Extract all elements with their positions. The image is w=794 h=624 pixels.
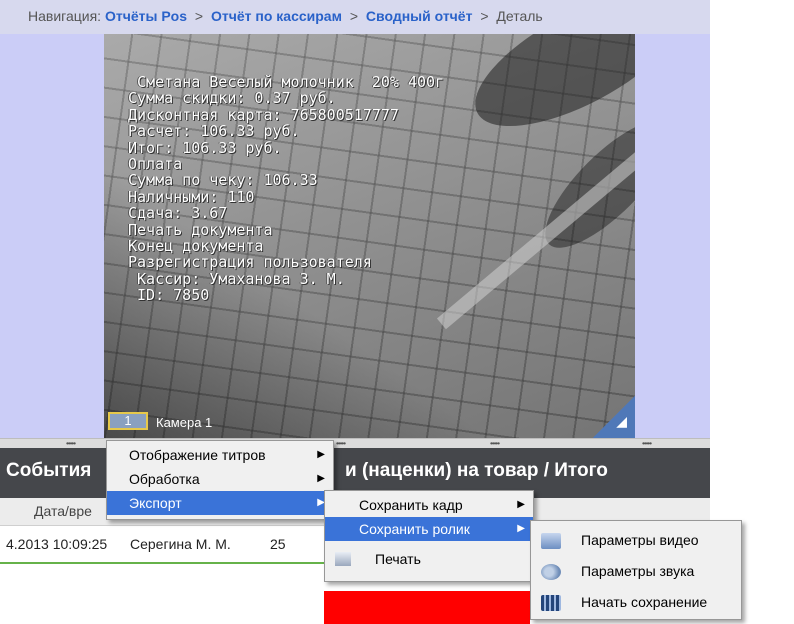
breadcrumb-current: Деталь — [496, 8, 543, 24]
menu-item-label: Параметры звука — [581, 563, 695, 579]
menu-item-label: Обработка — [129, 471, 200, 487]
menu-item-label: Начать сохранение — [581, 594, 708, 610]
breadcrumb-separator: > — [349, 8, 359, 24]
grip-dots-icon: ••••• — [336, 439, 346, 448]
receipt-overlay-text: Сметана Веселый молочник 20% 400г Сумма с… — [128, 74, 444, 304]
camera-label: Камера 1 — [156, 415, 213, 430]
menu-item-subtitles-display[interactable]: Отображение титров ▶ — [107, 443, 333, 467]
grip-dots-icon: ••••• — [490, 439, 500, 448]
export-submenu: Сохранить кадр ▶ Сохранить ролик ▶ Печат… — [324, 490, 534, 582]
receipt-overlay-line: ID: 7850 — [128, 286, 210, 305]
menu-item-label: Параметры видео — [581, 532, 699, 548]
print-icon — [335, 552, 351, 566]
video-scene-shadow — [456, 34, 635, 153]
menu-item-label: Сохранить кадр — [359, 497, 463, 513]
breadcrumb-prefix: Навигация: — [28, 8, 102, 24]
video-side-panel-right — [635, 34, 710, 438]
grip-dots-icon: ••••• — [66, 439, 76, 448]
breadcrumb-link-summary-report[interactable]: Сводный отчёт — [366, 8, 473, 24]
breadcrumb-separator: > — [194, 8, 204, 24]
camera-number-badge[interactable]: 1 — [108, 412, 148, 430]
breadcrumb-separator: > — [480, 8, 489, 24]
save-clip-submenu: Параметры видео Параметры звука Начать с… — [530, 520, 742, 620]
receipt-overlay-line: Итог: 106.33 руб. — [128, 138, 282, 157]
submenu-arrow-icon: ▶ — [517, 523, 525, 534]
menu-item-sound-settings[interactable]: Параметры звука — [531, 556, 741, 587]
events-subtitle: и (наценки) на товар / Итого — [345, 460, 608, 481]
receipt-overlay-line: Разрегистрация пользователя — [128, 253, 372, 272]
column-header-datetime[interactable]: Дата/вре — [34, 503, 92, 519]
menu-item-print[interactable]: Печать — [325, 547, 533, 571]
menu-item-export[interactable]: Экспорт ▶ — [107, 491, 333, 515]
cell-datetime: 4.2013 10:09:25 — [6, 536, 108, 552]
receipt-overlay-line: Печать документа — [128, 220, 273, 239]
receipt-overlay-line: Оплата — [128, 155, 183, 174]
alert-bar — [324, 591, 530, 624]
film-icon — [541, 595, 561, 611]
menu-item-save-clip[interactable]: Сохранить ролик ▶ — [325, 517, 533, 541]
receipt-overlay-line: Расчет: 106.33 руб. — [128, 122, 300, 141]
receipt-overlay-line: Наличными: 110 — [128, 187, 255, 206]
menu-item-video-settings[interactable]: Параметры видео — [531, 525, 741, 556]
context-menu: Отображение титров ▶ Обработка ▶ Экспорт… — [106, 440, 334, 520]
video-player[interactable]: Сметана Веселый молочник 20% 400г Сумма с… — [104, 34, 635, 438]
receipt-overlay-line: Сметана Веселый молочник 20% 400г — [128, 73, 445, 91]
receipt-overlay-line: Конец документа — [128, 237, 264, 256]
grip-dots-icon: ••••• — [642, 439, 652, 448]
submenu-arrow-icon: ▶ — [317, 473, 325, 484]
corner-resize-handle[interactable]: ◢ — [593, 396, 635, 438]
cell-cashier: Серегина М. М. — [130, 536, 231, 552]
receipt-overlay-line: Дисконтная карта: 765800517777 — [128, 105, 399, 124]
events-title: События — [6, 460, 92, 481]
receipt-overlay-line: Сумма по чеку: 106.33 — [128, 171, 318, 190]
menu-item-label: Экспорт — [129, 495, 182, 511]
sound-settings-icon — [541, 564, 561, 580]
menu-item-processing[interactable]: Обработка ▶ — [107, 467, 333, 491]
breadcrumb-link-pos-reports[interactable]: Отчёты Pos — [105, 8, 187, 24]
breadcrumb-link-cashier-report[interactable]: Отчёт по кассирам — [211, 8, 342, 24]
menu-item-save-frame[interactable]: Сохранить кадр ▶ — [325, 493, 533, 517]
submenu-arrow-icon: ▶ — [317, 449, 325, 460]
menu-item-label: Печать — [375, 551, 421, 567]
receipt-overlay-line: Кассир: Умаханова З. М. — [128, 269, 345, 288]
menu-item-start-saving[interactable]: Начать сохранение — [531, 587, 741, 618]
submenu-arrow-icon: ▶ — [517, 499, 525, 510]
menu-item-label: Отображение титров — [129, 447, 266, 463]
receipt-overlay-line: Сумма скидки: 0.37 руб. — [128, 89, 336, 108]
breadcrumb: Навигация: Отчёты Pos > Отчёт по кассира… — [0, 0, 710, 34]
cell-value: 25 — [270, 536, 286, 552]
resize-corner-icon: ◢ — [616, 413, 627, 429]
menu-item-label: Сохранить ролик — [359, 521, 470, 537]
video-side-panel-left — [0, 34, 104, 438]
video-settings-icon — [541, 533, 561, 549]
receipt-overlay-line: Сдача: 3.67 — [128, 204, 228, 223]
